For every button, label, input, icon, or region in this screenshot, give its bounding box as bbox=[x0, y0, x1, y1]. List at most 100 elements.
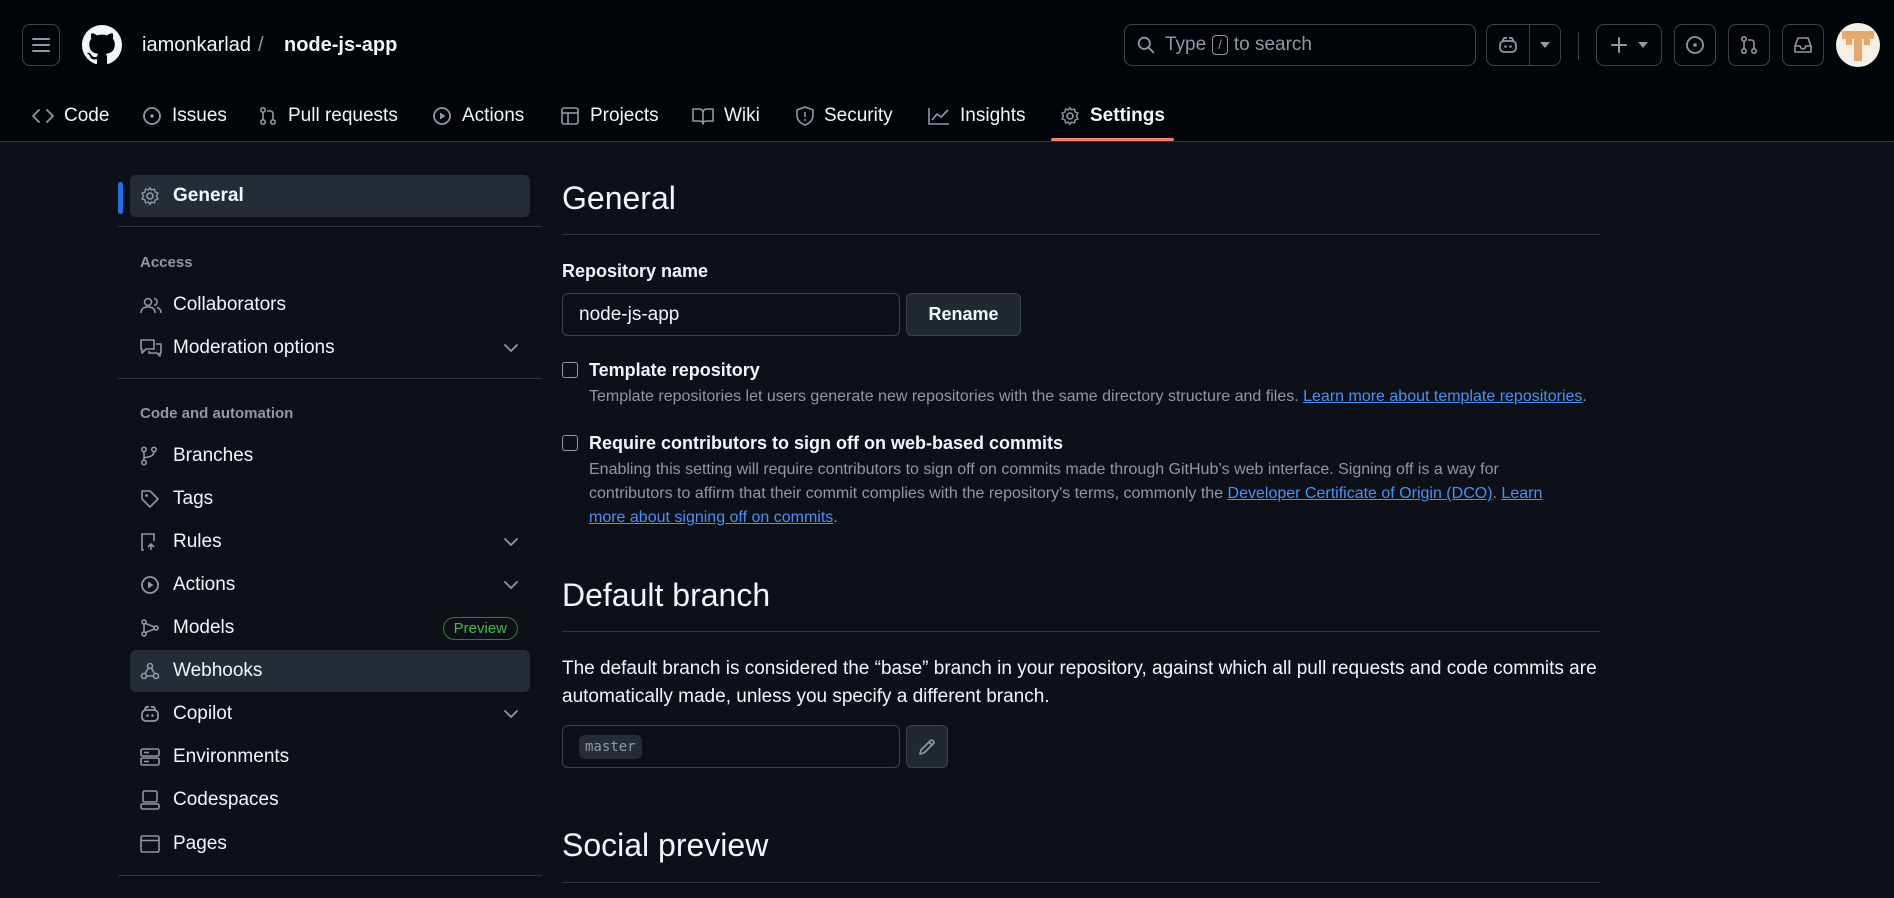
search-shortcut-key: / bbox=[1212, 35, 1228, 55]
general-title: General bbox=[562, 180, 676, 216]
tab-security[interactable]: Security bbox=[796, 90, 893, 142]
sidebar-item-codespaces[interactable]: Codespaces bbox=[130, 779, 530, 821]
sidebar-item-webhooks[interactable]: Webhooks bbox=[130, 650, 530, 692]
menu-button[interactable] bbox=[22, 24, 60, 66]
graph-icon bbox=[928, 107, 950, 125]
sidebar-item-general[interactable]: General bbox=[130, 175, 530, 217]
sidebar-item-moderation-options[interactable]: Moderation options bbox=[130, 327, 530, 369]
tab-pull-requests-label: Pull requests bbox=[288, 105, 398, 126]
sidebar-item-copilot[interactable]: Copilot bbox=[130, 693, 530, 735]
dco-link[interactable]: Developer Certificate of Origin (DCO) bbox=[1228, 485, 1493, 502]
tab-actions[interactable]: Actions bbox=[432, 90, 524, 142]
repo-owner-link[interactable]: iamonkarlad bbox=[142, 34, 251, 57]
default-branch-desc-line: The default branch is considered the “ba… bbox=[562, 658, 1597, 679]
create-new-button[interactable] bbox=[1596, 24, 1662, 66]
sidebar-item-label: Pages bbox=[173, 833, 227, 854]
signoff-desc-line: contributors to affirm that their commit… bbox=[589, 485, 1224, 502]
sidebar-item-pages[interactable]: Pages bbox=[130, 823, 530, 865]
chevron-down-icon bbox=[504, 537, 518, 547]
repo-name-input[interactable]: node-js-app bbox=[562, 293, 900, 336]
template-desc-tail: . bbox=[1582, 388, 1587, 405]
tab-settings[interactable]: Settings bbox=[1060, 90, 1165, 142]
signoff-learn-more-link[interactable]: more about signing off on commits bbox=[589, 509, 833, 526]
template-learn-more-link[interactable]: Learn more about template repositories bbox=[1303, 388, 1582, 405]
triangle-down-icon bbox=[1638, 42, 1648, 48]
tab-issues-label: Issues bbox=[172, 105, 227, 126]
signoff-desc-sep: . bbox=[1492, 485, 1497, 502]
sidebar-heading-access: Access bbox=[140, 254, 193, 271]
tab-projects[interactable]: Projects bbox=[560, 90, 659, 142]
settings-sidebar: General Access Collaborators Moderation … bbox=[118, 142, 542, 898]
avatar[interactable] bbox=[1836, 23, 1880, 67]
git-pull-request-icon bbox=[1739, 35, 1759, 55]
sidebar-item-branches[interactable]: Branches bbox=[130, 435, 530, 477]
gear-icon bbox=[1060, 106, 1080, 126]
sidebar-item-tags[interactable]: Tags bbox=[130, 478, 530, 520]
sidebar-item-rules[interactable]: Rules bbox=[130, 521, 530, 563]
signoff-learn-more-link[interactable]: Learn bbox=[1501, 485, 1542, 502]
inbox-icon bbox=[1793, 36, 1813, 54]
copilot-button[interactable] bbox=[1486, 24, 1530, 66]
shield-icon bbox=[796, 106, 814, 126]
default-branch-title: Default branch bbox=[562, 577, 771, 613]
sidebar-item-label: General bbox=[173, 185, 244, 206]
server-icon bbox=[140, 748, 160, 766]
tab-wiki[interactable]: Wiki bbox=[692, 90, 760, 142]
issues-button[interactable] bbox=[1674, 24, 1716, 66]
search-icon bbox=[1137, 36, 1155, 54]
sidebar-divider bbox=[118, 226, 542, 227]
repo-tabs: Code Issues Pull requests Actions Projec… bbox=[0, 90, 1894, 142]
copilot-menu-button[interactable] bbox=[1529, 24, 1561, 66]
breadcrumb-separator: / bbox=[258, 34, 264, 56]
code-icon bbox=[32, 108, 54, 124]
sidebar-item-models[interactable]: Models Preview bbox=[130, 607, 530, 649]
search-input[interactable]: Type / to search bbox=[1124, 24, 1476, 66]
tab-security-label: Security bbox=[824, 105, 893, 126]
people-icon bbox=[140, 296, 162, 314]
gear-icon bbox=[140, 186, 160, 206]
play-icon bbox=[140, 575, 160, 595]
search-placeholder-post: to search bbox=[1233, 34, 1312, 55]
tab-issues[interactable]: Issues bbox=[142, 90, 227, 142]
template-repository-checkbox[interactable] bbox=[562, 362, 578, 378]
git-branch-icon bbox=[140, 446, 158, 466]
sidebar-item-actions[interactable]: Actions bbox=[130, 564, 530, 606]
sidebar-item-label: Collaborators bbox=[173, 294, 286, 315]
signoff-label: Require contributors to sign off on web-… bbox=[589, 433, 1064, 453]
signoff-checkbox[interactable] bbox=[562, 435, 578, 451]
sidebar-item-label: Rules bbox=[173, 531, 222, 552]
tab-code-label: Code bbox=[64, 105, 110, 126]
tab-code[interactable]: Code bbox=[32, 90, 109, 142]
github-logo-icon[interactable] bbox=[82, 25, 122, 65]
table-icon bbox=[560, 106, 580, 126]
sidebar-item-environments[interactable]: Environments bbox=[130, 736, 530, 778]
tab-pull-requests[interactable]: Pull requests bbox=[258, 90, 398, 142]
sidebar-heading-code-automation: Code and automation bbox=[140, 405, 294, 422]
edit-default-branch-button[interactable] bbox=[906, 725, 948, 768]
repo-name-link[interactable]: node-js-app bbox=[284, 34, 397, 57]
branch-name: master bbox=[579, 734, 642, 759]
ai-model-icon bbox=[140, 618, 160, 638]
active-tab-indicator bbox=[1051, 138, 1174, 141]
tab-insights[interactable]: Insights bbox=[928, 90, 1025, 142]
book-icon bbox=[692, 107, 714, 125]
tab-projects-label: Projects bbox=[590, 105, 659, 126]
rename-button[interactable]: Rename bbox=[906, 293, 1021, 336]
sidebar-item-collaborators[interactable]: Collaborators bbox=[130, 284, 530, 326]
git-pull-request-icon bbox=[258, 106, 278, 126]
pull-requests-button[interactable] bbox=[1728, 24, 1770, 66]
sidebar-item-label: Copilot bbox=[173, 703, 233, 724]
sidebar-item-label: Environments bbox=[173, 746, 290, 767]
sidebar-item-label: Codespaces bbox=[173, 789, 279, 810]
inbox-button[interactable] bbox=[1782, 24, 1824, 66]
global-header: iamonkarlad / node-js-app Type / to sear… bbox=[0, 0, 1894, 142]
play-icon bbox=[432, 106, 452, 126]
search-placeholder-pre: Type bbox=[1165, 34, 1207, 55]
sidebar-item-label: Moderation options bbox=[173, 337, 335, 358]
tab-wiki-label: Wiki bbox=[724, 105, 760, 126]
browser-icon bbox=[140, 835, 160, 853]
tag-icon bbox=[140, 489, 160, 509]
default-branch-field: master bbox=[562, 725, 900, 768]
codespaces-icon bbox=[140, 790, 160, 810]
social-preview-title: Social preview bbox=[562, 827, 769, 863]
